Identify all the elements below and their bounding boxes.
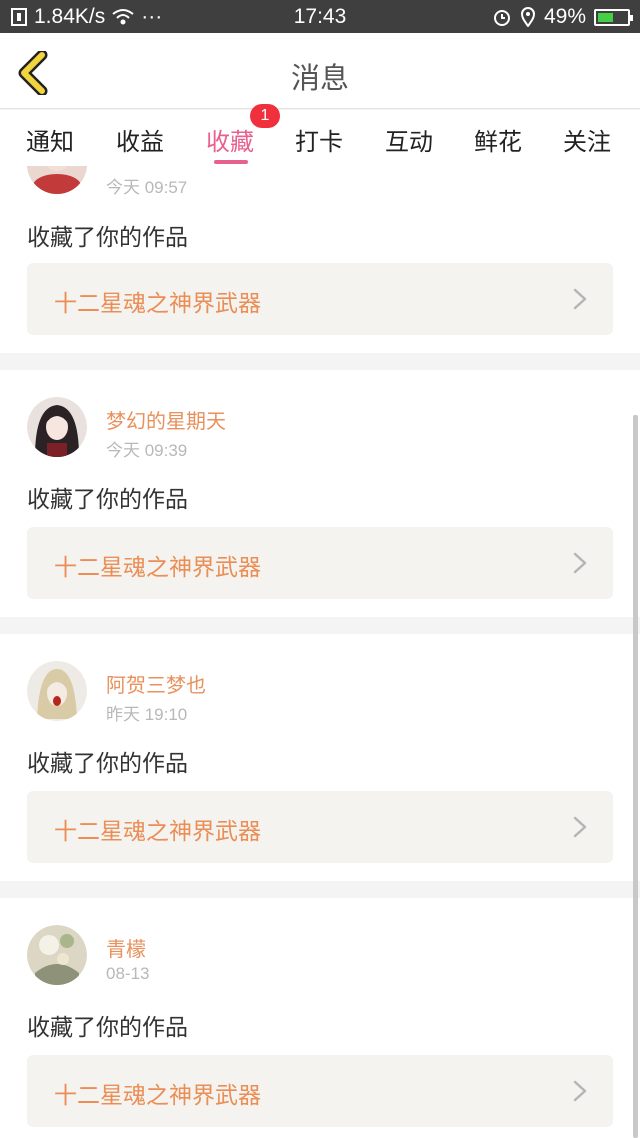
username[interactable]: 青檬 [106, 933, 146, 962]
tab-interaction[interactable]: 互动 [385, 122, 433, 157]
list-item: 阿贺三梦也 昨天 19:10 收藏了你的作品 十二星魂之神界武器 [0, 634, 640, 881]
action-text: 收藏了你的作品 [27, 751, 188, 777]
nav-header: 消息 [0, 33, 640, 109]
list-item: 梦幻的星期天 今天 09:39 收藏了你的作品 十二星魂之神界武器 [0, 370, 640, 617]
list-item: 青檬 08-13 收藏了你的作品 十二星魂之神界武器 [0, 898, 640, 1138]
active-tab-indicator [214, 160, 248, 164]
chevron-right-icon [573, 816, 587, 838]
page-title: 消息 [290, 61, 349, 95]
tab-notifications[interactable]: 通知 [26, 122, 74, 157]
message-feed[interactable]: 今天 09:57 收藏了你的作品 十二星魂之神界武器 梦幻的星期天 今天 09:… [0, 166, 640, 1138]
chevron-right-icon [573, 1080, 587, 1102]
tab-checkin[interactable]: 打卡 [295, 122, 343, 157]
scrollbar[interactable] [633, 415, 638, 1138]
work-link[interactable]: 十二星魂之神界武器 [27, 527, 613, 599]
work-link[interactable]: 十二星魂之神界武器 [27, 791, 613, 863]
work-link[interactable]: 十二星魂之神界武器 [27, 1055, 613, 1127]
list-item: 今天 09:57 收藏了你的作品 十二星魂之神界武器 [0, 166, 640, 353]
username[interactable]: 阿贺三梦也 [106, 669, 206, 698]
status-bar: 1.84K/s ··· 17:43 49% [0, 0, 640, 33]
tab-earnings[interactable]: 收益 [116, 122, 164, 157]
alarm-icon [493, 10, 510, 26]
tab-bar: 通知 收益 收藏 1 打卡 互动 鲜花 关注 [0, 104, 640, 166]
work-title: 十二星魂之神界武器 [54, 819, 261, 845]
username[interactable]: 梦幻的星期天 [106, 405, 226, 434]
action-text: 收藏了你的作品 [27, 225, 188, 251]
work-title: 十二星魂之神界武器 [54, 555, 261, 581]
tab-follow[interactable]: 关注 [563, 122, 611, 157]
battery-icon [594, 8, 633, 26]
work-title: 十二星魂之神界武器 [54, 1083, 261, 1109]
avatar[interactable] [27, 397, 87, 457]
timestamp: 昨天 19:10 [106, 705, 188, 724]
timestamp: 08-13 [106, 964, 150, 983]
action-text: 收藏了你的作品 [27, 487, 188, 513]
work-link[interactable]: 十二星魂之神界武器 [27, 263, 613, 335]
timestamp: 今天 09:57 [106, 178, 188, 197]
tab-favorites[interactable]: 收藏 [206, 122, 254, 157]
chevron-right-icon [573, 288, 587, 310]
unread-badge: 1 [250, 104, 280, 128]
location-icon [520, 7, 535, 27]
work-title: 十二星魂之神界武器 [54, 291, 261, 317]
avatar[interactable] [27, 166, 87, 194]
timestamp: 今天 09:39 [106, 441, 188, 460]
avatar[interactable] [27, 925, 87, 985]
avatar[interactable] [27, 661, 87, 721]
chevron-right-icon [573, 552, 587, 574]
tab-favorites-label: 收藏 [206, 128, 254, 156]
battery-percent: 49% [543, 5, 586, 28]
status-right: 49% [492, 5, 633, 29]
action-text: 收藏了你的作品 [27, 1015, 188, 1041]
tab-flowers[interactable]: 鲜花 [474, 122, 522, 157]
